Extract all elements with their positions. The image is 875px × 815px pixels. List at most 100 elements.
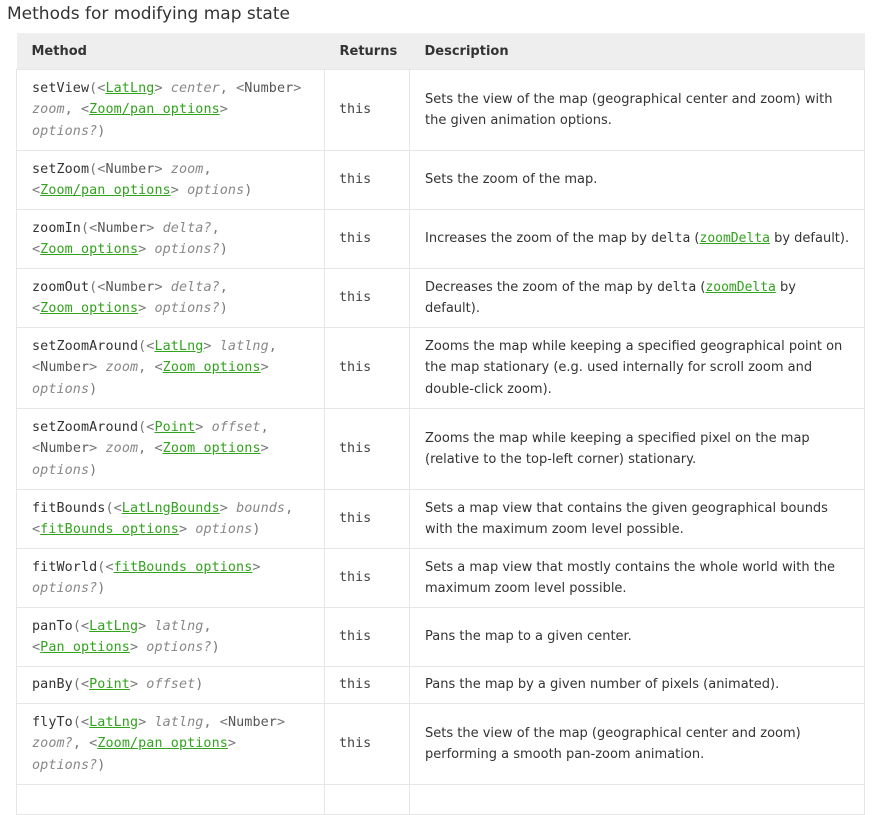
param-name: center: [170, 80, 220, 96]
return-type: this: [324, 548, 410, 608]
method-description: Sets a map view that contains the given …: [409, 489, 865, 549]
param-name: zoom?: [32, 736, 73, 752]
type-link[interactable]: Zoom/pan options: [89, 102, 220, 117]
param-name: latlng: [219, 338, 269, 354]
type-link[interactable]: LatLng: [89, 715, 138, 730]
method-description: Sets the view of the map (geographical c…: [409, 703, 865, 785]
type-link[interactable]: Zoom options: [163, 360, 261, 375]
return-type: this: [324, 69, 410, 151]
type-name: Number: [105, 161, 155, 177]
method-name: fitWorld: [32, 559, 98, 575]
method-description: Pans the map by a given number of pixels…: [409, 666, 865, 704]
param-name: offset: [211, 419, 261, 435]
type-link[interactable]: fitBounds options: [40, 522, 179, 537]
return-type: this: [324, 703, 410, 785]
type-link[interactable]: Point: [89, 677, 130, 692]
method-signature: fitWorld(<fitBounds options> options?): [16, 548, 325, 608]
type-name: Number: [227, 714, 277, 730]
param-name: options: [32, 381, 90, 397]
description-text: (: [690, 231, 700, 247]
description-text: by default).: [769, 231, 850, 247]
param-name: zoom: [105, 441, 139, 457]
methods-table: Method Returns Description setView(<LatL…: [16, 33, 865, 815]
table-header-row: Method Returns Description: [16, 33, 865, 70]
header-method: Method: [16, 33, 325, 70]
inline-code: delta: [651, 231, 691, 247]
param-name: options?: [154, 242, 220, 257]
type-link[interactable]: LatLng: [105, 81, 154, 96]
return-type: this: [324, 607, 410, 667]
method-name: zoomOut: [32, 279, 90, 295]
method-description: Pans the map to a given center.: [409, 607, 865, 667]
table-row: setZoomAround(<Point> offset, <Number> zo…: [16, 408, 865, 490]
method-signature: fitBounds(<LatLngBounds> bounds, <fitBoun…: [16, 489, 325, 549]
method-signature: zoomOut(<Number> delta?, <Zoom options> o…: [16, 268, 325, 328]
type-link[interactable]: LatLngBounds: [122, 501, 220, 516]
type-name: Number: [97, 220, 147, 236]
method-signature: panTo(<LatLng> latlng, <Pan options> opti…: [16, 607, 325, 667]
table-row: panBy(<Point> offset) this Pans the map …: [16, 666, 865, 704]
option-link[interactable]: zoomDelta: [705, 280, 775, 295]
method-name: setZoomAround: [32, 419, 139, 435]
method-signature: zoomIn(<Number> delta?, <Zoom options> op…: [16, 209, 325, 269]
param-name: latlng: [154, 714, 204, 730]
option-link[interactable]: zoomDelta: [700, 231, 770, 246]
type-link[interactable]: Zoom options: [40, 301, 138, 316]
param-name: options?: [32, 757, 98, 773]
table-row: fitWorld(<fitBounds options> options?) th…: [16, 548, 865, 608]
section-title: Methods for modifying map state: [7, 4, 290, 24]
method-description: Increases the zoom of the map by delta (…: [409, 209, 865, 269]
table-row: setView(<LatLng> center, <Number> zoom, <…: [16, 69, 865, 151]
param-name: options?: [154, 301, 220, 316]
method-name: panTo: [32, 618, 73, 634]
table-row: zoomIn(<Number> delta?, <Zoom options> op…: [16, 209, 865, 269]
param-name: options?: [32, 581, 98, 596]
param-name: options?: [32, 123, 98, 139]
table-row: setZoom(<Number> zoom, <Zoom/pan options>…: [16, 150, 865, 210]
description-text: Increases the zoom of the map by: [425, 231, 652, 247]
header-description: Description: [409, 33, 865, 70]
param-name: offset: [146, 677, 196, 693]
type-link[interactable]: LatLng: [89, 619, 138, 634]
header-returns: Returns: [324, 33, 410, 70]
table-row: [16, 784, 865, 815]
type-link[interactable]: fitBounds options: [114, 560, 253, 575]
param-name: options: [187, 183, 245, 198]
type-link[interactable]: Zoom options: [163, 441, 261, 456]
type-link[interactable]: Zoom/pan options: [97, 736, 228, 751]
table-row: fitBounds(<LatLngBounds> bounds, <fitBoun…: [16, 489, 865, 549]
type-link[interactable]: Zoom options: [40, 242, 138, 257]
method-signature: panBy(<Point> offset): [16, 666, 325, 704]
method-description: Zooms the map while keeping a specified …: [409, 327, 865, 409]
return-type: this: [324, 209, 410, 269]
method-signature: setZoom(<Number> zoom, <Zoom/pan options>…: [16, 150, 325, 210]
param-name: options: [195, 522, 253, 537]
table-cell: [409, 784, 865, 815]
type-link[interactable]: Zoom/pan options: [40, 183, 171, 198]
description-text: Decreases the zoom of the map by: [425, 279, 658, 295]
method-description: Zooms the map while keeping a specified …: [409, 408, 865, 490]
method-signature: setZoomAround(<LatLng> latlng, <Number> z…: [16, 327, 325, 409]
type-name: Number: [105, 279, 155, 295]
return-type: this: [324, 489, 410, 549]
method-description: Decreases the zoom of the map by delta (…: [409, 268, 865, 328]
type-name: Number: [244, 80, 294, 96]
table-row: zoomOut(<Number> delta?, <Zoom options> o…: [16, 268, 865, 328]
param-name: latlng: [154, 618, 204, 634]
method-signature: flyTo(<LatLng> latlng, <Number> zoom?, <Z…: [16, 703, 325, 785]
method-name: setZoomAround: [32, 338, 139, 354]
method-description: Sets the view of the map (geographical c…: [409, 69, 865, 151]
param-name: zoom: [105, 360, 139, 376]
param-name: bounds: [236, 500, 286, 516]
type-link[interactable]: Point: [154, 420, 195, 435]
type-link[interactable]: Pan options: [40, 640, 130, 655]
method-name: fitBounds: [32, 500, 106, 516]
method-name: zoomIn: [32, 220, 81, 236]
method-name: panBy: [32, 677, 73, 693]
method-name: flyTo: [32, 714, 73, 730]
inline-code: delta: [657, 279, 697, 295]
method-name: setZoom: [32, 161, 90, 177]
return-type: this: [324, 666, 410, 704]
type-link[interactable]: LatLng: [154, 339, 203, 354]
table-row: setZoomAround(<LatLng> latlng, <Number> z…: [16, 327, 865, 409]
